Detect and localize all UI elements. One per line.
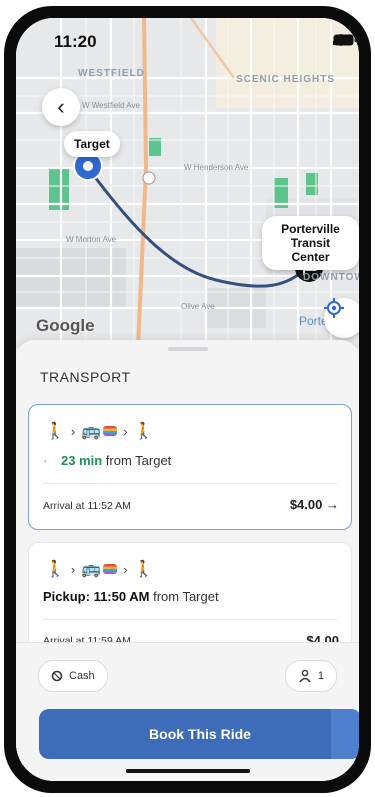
street-label-morton: W Morton Ave bbox=[66, 235, 117, 244]
payment-method-button[interactable]: Cash bbox=[38, 660, 108, 692]
price: $4.00 → bbox=[290, 497, 339, 512]
payment-method-label: Cash bbox=[69, 670, 95, 682]
bus-icon: 🚌 bbox=[81, 559, 118, 579]
person-icon bbox=[299, 669, 311, 683]
destination-label-line2: Transit Center bbox=[290, 236, 331, 264]
bus-icon: 🚌 bbox=[81, 421, 118, 441]
card-divider bbox=[43, 483, 337, 484]
duration-row: · 23 min from Target bbox=[43, 453, 171, 468]
booking-footer: Cash 1 Book This Ride bbox=[16, 642, 359, 781]
mode-sequence: 🚶 › 🚌 › 🚶 bbox=[45, 421, 153, 441]
app-screen: WESTFIELD SCENIC HEIGHTS DOWNTOWN W West… bbox=[16, 18, 359, 781]
phone-frame: WESTFIELD SCENIC HEIGHTS DOWNTOWN W West… bbox=[4, 6, 371, 793]
chevron-right-icon: › bbox=[123, 423, 128, 439]
walk-icon: 🚶 bbox=[45, 561, 65, 578]
walk-icon: 🚶 bbox=[133, 561, 154, 578]
duration-value: 23 min bbox=[60, 453, 103, 468]
pickup-from: from Target bbox=[153, 589, 219, 604]
status-time: 11:20 bbox=[54, 32, 97, 51]
destination-label-line1: Porterville bbox=[281, 222, 340, 236]
section-title: TRANSPORT bbox=[40, 369, 131, 385]
rider-count: 1 bbox=[317, 670, 324, 682]
map-view[interactable]: WESTFIELD SCENIC HEIGHTS DOWNTOWN W West… bbox=[16, 18, 359, 348]
cash-icon bbox=[51, 670, 63, 682]
pickup-row: Pickup: 11:50 AM from Target bbox=[43, 589, 219, 604]
locate-me-button[interactable] bbox=[324, 298, 359, 338]
area-label-scenic-heights: SCENIC HEIGHTS bbox=[236, 74, 336, 85]
back-button[interactable]: ‹ bbox=[42, 88, 80, 126]
book-ride-label: Book This Ride bbox=[149, 726, 251, 742]
walk-icon: 🚶 bbox=[133, 423, 154, 440]
arrow-right-icon: → bbox=[326, 497, 339, 512]
walk-icon: 🚶 bbox=[45, 423, 65, 440]
transit-line-icon bbox=[103, 426, 118, 436]
mode-sequence: 🚶 › 🚌 › 🚶 bbox=[45, 559, 153, 579]
street-label-westfield: W Westfield Ave bbox=[82, 101, 140, 110]
google-logo: Google bbox=[36, 316, 95, 335]
street-label-henderson: W Henderson Ave bbox=[184, 163, 249, 172]
map-canvas bbox=[16, 18, 359, 348]
chevron-right-icon: › bbox=[70, 561, 76, 577]
pickup-time: Pickup: 11:50 AM bbox=[43, 589, 150, 604]
status-dot: · bbox=[43, 453, 48, 468]
transit-line-icon bbox=[103, 564, 118, 574]
card-divider bbox=[43, 619, 337, 620]
chevron-left-icon: ‹ bbox=[57, 94, 65, 119]
destination-label: Porterville Transit Center bbox=[262, 216, 359, 270]
book-ride-button[interactable]: Book This Ride bbox=[39, 709, 359, 759]
duration-from: from Target bbox=[105, 453, 172, 468]
arrival-time: Arrival at 11:52 AM bbox=[43, 500, 131, 512]
battery-icon bbox=[333, 34, 357, 46]
transport-option-2[interactable]: 🚶 › 🚌 › 🚶 Pickup: 11:50 AM from Target A… bbox=[28, 542, 352, 654]
transport-option-1[interactable]: 🚶 › 🚌 › 🚶 · 23 min from Target Arrival a… bbox=[28, 404, 352, 530]
status-bar: 11:20 bbox=[16, 18, 359, 64]
origin-label: Target bbox=[64, 131, 120, 157]
chevron-right-icon: › bbox=[123, 561, 128, 577]
rider-count-button[interactable]: 1 bbox=[284, 660, 337, 692]
home-indicator[interactable] bbox=[126, 769, 250, 773]
area-label-westfield: WESTFIELD bbox=[78, 68, 145, 79]
chevron-right-icon: › bbox=[70, 423, 76, 439]
sheet-grabber[interactable] bbox=[168, 347, 208, 351]
street-label-olive: Olive Ave bbox=[181, 302, 215, 311]
area-label-downtown: DOWNTOWN bbox=[303, 272, 359, 283]
price-value: $4.00 bbox=[289, 497, 323, 512]
crosshair-icon bbox=[324, 298, 344, 318]
